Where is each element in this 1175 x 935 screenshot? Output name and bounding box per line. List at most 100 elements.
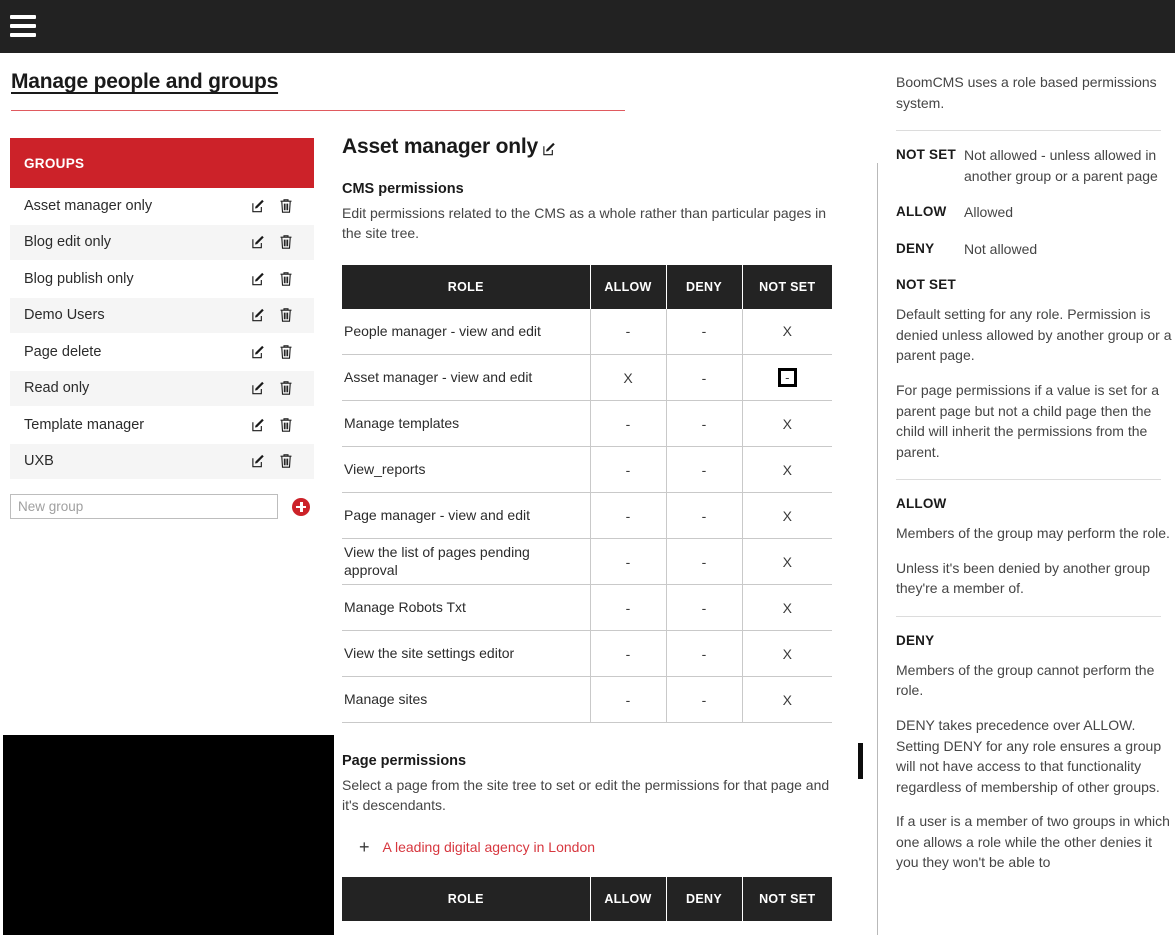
group-list-item-label: Demo Users [24, 307, 105, 324]
delete-group-icon[interactable] [279, 380, 294, 396]
deny-cell[interactable]: - [666, 492, 743, 540]
site-tree-root-item[interactable]: + A leading digital agency in London [342, 838, 847, 856]
edit-group-icon[interactable] [251, 307, 266, 323]
group-list-item[interactable]: Demo Users [10, 297, 314, 334]
table-header-row: ROLE ALLOW DENY NOT SET [342, 876, 832, 921]
title-divider [11, 110, 625, 111]
group-list-item-label: UXB [24, 453, 54, 470]
edit-group-icon[interactable] [251, 417, 266, 433]
column-header-allow: ALLOW [590, 264, 667, 309]
not-set-cell[interactable]: X [742, 492, 832, 540]
group-row-actions [251, 380, 304, 396]
allow-cell[interactable]: - [590, 584, 667, 632]
help-divider [896, 615, 1161, 617]
allow-cell[interactable]: - [590, 400, 667, 448]
edit-group-icon[interactable] [251, 271, 266, 287]
deny-cell[interactable]: - [666, 354, 743, 402]
group-list-item[interactable]: Blog publish only [10, 261, 314, 298]
deny-cell[interactable]: - [666, 308, 743, 356]
not-set-cell[interactable]: X [742, 538, 832, 586]
legend-term: ALLOW [896, 204, 947, 220]
delete-group-icon[interactable] [279, 198, 294, 214]
table-row: Manage Robots Txt - - X [342, 584, 832, 632]
delete-group-icon[interactable] [279, 344, 294, 360]
edit-group-icon[interactable] [251, 453, 266, 469]
allow-cell[interactable]: - [590, 492, 667, 540]
deny-cell[interactable]: - [666, 446, 743, 494]
deny-cell[interactable]: - [666, 400, 743, 448]
edit-group-icon[interactable] [251, 234, 266, 250]
group-list-item[interactable]: UXB [10, 443, 314, 480]
allow-cell[interactable]: X [590, 354, 667, 402]
legend-definition: Not allowed - unless allowed in another … [964, 147, 1158, 184]
not-set-cell[interactable]: - [742, 354, 832, 402]
deny-cell[interactable]: - [666, 630, 743, 678]
edit-group-icon[interactable] [251, 380, 266, 396]
new-group-input[interactable] [10, 494, 278, 519]
hamburger-menu-icon[interactable] [10, 13, 36, 39]
cms-permissions-table: ROLE ALLOW DENY NOT SET People manager -… [342, 264, 832, 724]
group-list-item[interactable]: Asset manager only [10, 188, 314, 225]
group-list-item[interactable]: Blog edit only [10, 224, 314, 261]
help-section-paragraph: Default setting for any role. Permission… [896, 306, 1172, 364]
group-list-item[interactable]: Template manager [10, 407, 314, 444]
legend-term: NOT SET [896, 147, 956, 163]
group-row-actions [251, 234, 304, 250]
allow-cell[interactable]: - [590, 308, 667, 356]
deny-cell[interactable]: - [666, 538, 743, 586]
column-header-allow: ALLOW [590, 876, 667, 921]
black-overlay-region [3, 735, 334, 935]
deny-cell[interactable]: - [666, 584, 743, 632]
delete-group-icon[interactable] [279, 234, 294, 250]
cms-permissions-table-body: People manager - view and edit - - X Asset m… [342, 308, 832, 724]
edit-group-name-icon[interactable] [542, 139, 557, 156]
column-header-role: ROLE [342, 876, 591, 921]
allow-cell[interactable]: - [590, 630, 667, 678]
not-set-cell[interactable]: X [742, 308, 832, 356]
group-list-item[interactable]: Read only [10, 370, 314, 407]
delete-group-icon[interactable] [279, 271, 294, 287]
help-section-paragraph: For page permissions if a value is set f… [896, 382, 1160, 460]
group-row-actions [251, 417, 304, 433]
legend-term: DENY [896, 240, 935, 256]
allow-cell[interactable]: - [590, 676, 667, 724]
allow-cell[interactable]: - [590, 538, 667, 586]
edit-group-icon[interactable] [251, 344, 266, 360]
focused-permission-option[interactable]: - [777, 368, 797, 388]
vertical-scrollbar-thumb[interactable] [858, 743, 863, 779]
group-list-item[interactable]: Page delete [10, 334, 314, 371]
not-set-cell[interactable]: X [742, 446, 832, 494]
table-row: Manage sites - - X [342, 676, 832, 724]
table-row: Page manager - view and edit - - X [342, 492, 832, 540]
legend-row: DENY Not allowed [896, 239, 1175, 260]
delete-group-icon[interactable] [279, 417, 294, 433]
expand-plus-icon[interactable]: + [359, 838, 370, 856]
help-section-paragraph: If a user is a member of two groups in w… [896, 813, 1170, 871]
role-name-cell: People manager - view and edit [342, 308, 591, 356]
edit-group-icon[interactable] [251, 198, 266, 214]
app-root: Manage people and groups GROUPS Asset ma… [0, 0, 1175, 935]
column-header-deny: DENY [666, 264, 743, 309]
content-help-divider [877, 163, 878, 935]
allow-cell[interactable]: - [590, 446, 667, 494]
table-row: View_reports - - X [342, 446, 832, 494]
not-set-cell[interactable]: X [742, 676, 832, 724]
help-section: DENY Members of the group cannot perform … [896, 631, 1175, 873]
groups-list: Asset manager only Blog edit only Blog pub… [10, 188, 314, 480]
delete-group-icon[interactable] [279, 453, 294, 469]
legend-row: NOT SET Not allowed - unless allowed in a… [896, 145, 1175, 186]
site-tree-root-label[interactable]: A leading digital agency in London [383, 839, 596, 855]
help-divider [896, 130, 1161, 132]
page-title: Manage people and groups [11, 70, 279, 93]
not-set-cell[interactable]: X [742, 630, 832, 678]
delete-group-icon[interactable] [279, 307, 294, 323]
help-section-heading: NOT SET [896, 277, 956, 293]
group-row-actions [251, 307, 304, 323]
page-permissions-table: ROLE ALLOW DENY NOT SET [342, 876, 832, 921]
deny-cell[interactable]: - [666, 676, 743, 724]
add-group-icon[interactable] [292, 497, 310, 516]
column-header-not-set: NOT SET [742, 264, 832, 309]
not-set-cell[interactable]: X [742, 400, 832, 448]
permissions-main: Asset manager only CMS permissions Edit … [342, 135, 847, 921]
not-set-cell[interactable]: X [742, 584, 832, 632]
